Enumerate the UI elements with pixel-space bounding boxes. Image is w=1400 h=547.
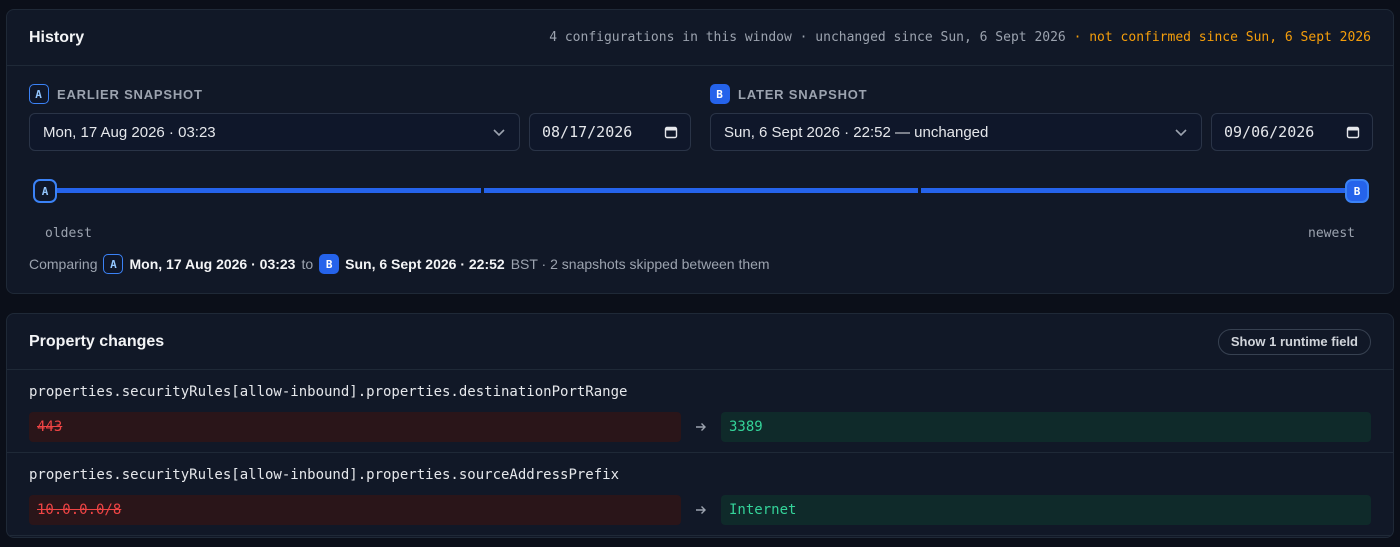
timeline-track[interactable]	[49, 188, 1353, 193]
property-path: properties.securityRules[allow-inbound].…	[29, 467, 620, 483]
earlier-snapshot: A EARLIER SNAPSHOT Mon, 17 Aug 2026 · 03…	[29, 84, 691, 151]
property-changes-title: Property changes	[29, 332, 165, 350]
property-changes-header: Property changes Show 1 runtime field	[7, 314, 1393, 370]
history-title: History	[29, 28, 85, 46]
calendar-icon[interactable]	[1346, 125, 1360, 139]
compare-prefix: Comparing	[29, 256, 98, 272]
chevron-down-icon	[1175, 129, 1187, 137]
old-value: 443	[29, 412, 681, 442]
calendar-icon[interactable]	[664, 125, 678, 139]
earlier-snapshot-title: EARLIER SNAPSHOT	[57, 86, 203, 102]
later-snapshot: B LATER SNAPSHOT Sun, 6 Sept 2026 · 22:5…	[710, 84, 1373, 151]
timeline-tick	[918, 187, 921, 194]
value-diff: 10.0.0.0/8 Internet	[29, 495, 1371, 525]
snapshot-a-badge: A	[29, 84, 49, 104]
history-meta: 4 configurations in this window · unchan…	[549, 30, 1371, 45]
show-runtime-fields-button[interactable]: Show 1 runtime field	[1217, 328, 1371, 355]
history-meta-summary: 4 configurations in this window · unchan…	[549, 30, 1066, 45]
snapshot-timeline[interactable]: A B	[29, 176, 1373, 206]
earlier-snapshot-date-input[interactable]: 08/17/2026	[529, 113, 691, 151]
timeline-handle-b[interactable]: B	[1345, 179, 1369, 203]
old-value: 10.0.0.0/8	[29, 495, 681, 525]
property-path: properties.securityRules[allow-inbound].…	[29, 384, 628, 400]
chevron-down-icon	[493, 129, 505, 137]
later-snapshot-date: 09/06/2026	[1224, 123, 1315, 141]
change-row: properties.securityRules[allow-inbound].…	[7, 370, 1393, 453]
compare-b-badge: B	[319, 254, 340, 274]
compare-a-value: Mon, 17 Aug 2026 · 03:23	[129, 256, 296, 272]
arrow-right-icon	[681, 503, 721, 517]
later-snapshot-select[interactable]: Sun, 6 Sept 2026 · 22:52 — unchanged	[710, 113, 1202, 151]
earlier-snapshot-label: A EARLIER SNAPSHOT	[29, 84, 691, 104]
timeline-tick	[481, 187, 484, 194]
change-row: properties.securityRules[allow-inbound].…	[7, 453, 1393, 536]
compare-suffix: BST · 2 snapshots skipped between them	[510, 256, 770, 272]
compare-b-value: Sun, 6 Sept 2026 · 22:52	[345, 256, 505, 272]
new-value: 3389	[721, 412, 1371, 442]
later-snapshot-date-input[interactable]: 09/06/2026	[1211, 113, 1373, 151]
later-snapshot-selected: Sun, 6 Sept 2026 · 22:52 — unchanged	[724, 123, 989, 141]
history-meta-warning: · not confirmed since Sun, 6 Sept 2026	[1065, 30, 1371, 45]
timeline-oldest-label: oldest	[45, 226, 92, 241]
earlier-snapshot-selected: Mon, 17 Aug 2026 · 03:23	[43, 123, 216, 141]
value-diff: 443 3389	[29, 412, 1371, 442]
later-snapshot-title: LATER SNAPSHOT	[738, 86, 868, 102]
new-value: Internet	[721, 495, 1371, 525]
property-changes-panel: Property changes Show 1 runtime field pr…	[6, 313, 1394, 538]
timeline-handle-a[interactable]: A	[33, 179, 57, 203]
compare-a-badge: A	[103, 254, 124, 274]
compare-to: to	[301, 256, 314, 272]
timeline-newest-label: newest	[1308, 226, 1355, 241]
earlier-snapshot-date: 08/17/2026	[542, 123, 633, 141]
history-header: History 4 configurations in this window …	[7, 10, 1393, 66]
earlier-snapshot-select[interactable]: Mon, 17 Aug 2026 · 03:23	[29, 113, 520, 151]
later-snapshot-label: B LATER SNAPSHOT	[710, 84, 1373, 104]
history-panel: History 4 configurations in this window …	[6, 9, 1394, 294]
snapshot-b-badge: B	[710, 84, 730, 104]
comparison-summary: Comparing A Mon, 17 Aug 2026 · 03:23 to …	[29, 254, 770, 274]
arrow-right-icon	[681, 420, 721, 434]
